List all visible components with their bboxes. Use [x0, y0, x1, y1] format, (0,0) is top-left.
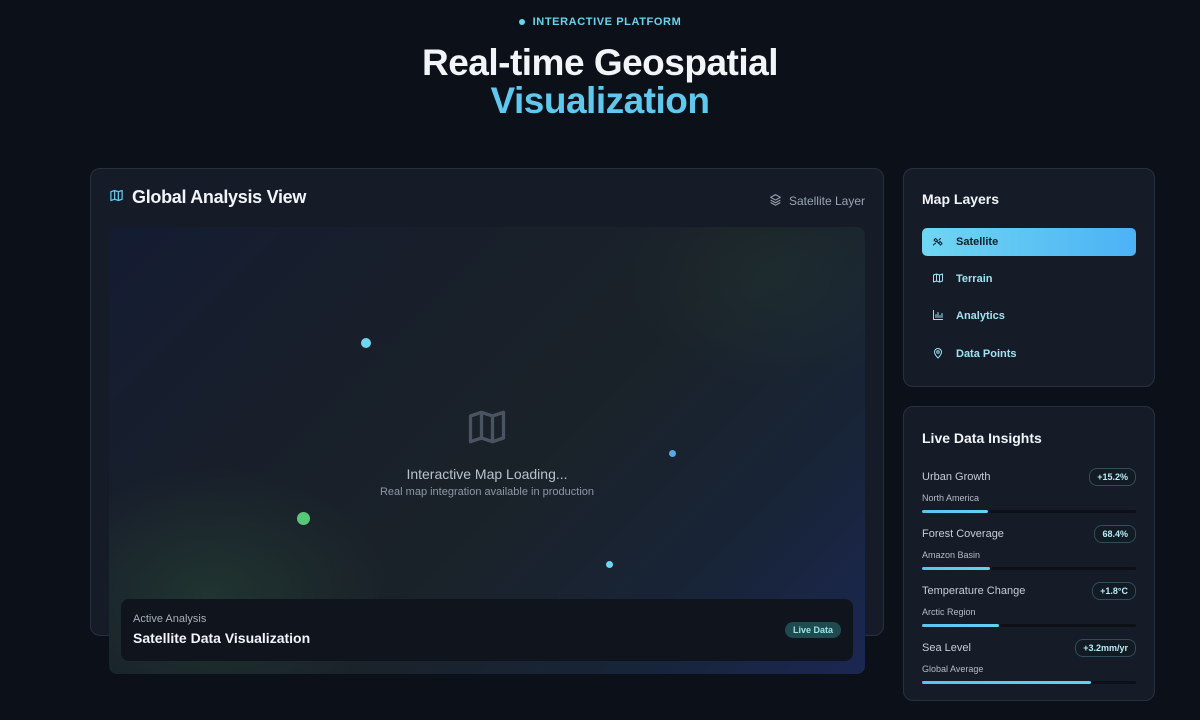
map-data-point[interactable] — [606, 561, 613, 568]
map-viewport[interactable]: Interactive Map Loading... Real map inte… — [109, 227, 865, 674]
analysis-label: Active Analysis — [133, 613, 207, 625]
layer-terrain[interactable]: Terrain — [922, 265, 1136, 293]
insights-title: Live Data Insights — [922, 430, 1042, 446]
map-data-point[interactable] — [669, 450, 676, 457]
map-data-point[interactable] — [297, 512, 310, 525]
map-card-title: Global Analysis View — [132, 187, 307, 207]
map-icon — [109, 188, 124, 208]
insight-item: Temperature Change Arctic Region +1.8°C — [922, 579, 1136, 633]
insight-item: Forest Coverage Amazon Basin 68.4% — [922, 522, 1136, 576]
insight-value-badge: +15.2% — [1089, 468, 1136, 486]
active-analysis-card: Active Analysis Satellite Data Visualiza… — [121, 599, 853, 661]
insight-progress-track — [922, 681, 1136, 684]
insight-progress-fill — [922, 510, 989, 513]
insight-progress-fill — [922, 681, 1092, 684]
map-pin-icon — [932, 347, 944, 362]
map-layers-panel: Map Layers Satellite Terrain Analytics D… — [903, 168, 1155, 387]
insight-region: North America — [922, 493, 980, 503]
insight-value-badge: +3.2mm/yr — [1075, 639, 1136, 657]
badge-label: INTERACTIVE PLATFORM — [532, 16, 682, 28]
analysis-title: Satellite Data Visualization — [133, 630, 311, 646]
page-title-highlight: Visualization — [490, 80, 711, 121]
insight-region: Arctic Region — [922, 607, 976, 617]
insight-name: Forest Coverage — [922, 528, 1004, 540]
layer-analytics[interactable]: Analytics — [922, 302, 1136, 330]
insight-progress-track — [922, 624, 1136, 627]
layer-label: Terrain — [956, 273, 993, 285]
map-card-header: Global Analysis View — [109, 187, 306, 208]
satellite-layer-chip[interactable]: Satellite Layer — [769, 193, 865, 209]
insight-progress-fill — [922, 567, 991, 570]
bar-chart-icon — [932, 309, 944, 324]
map-loading-subtitle: Real map integration available in produc… — [379, 486, 595, 498]
map-icon — [932, 272, 944, 287]
map-loading-title: Interactive Map Loading... — [406, 466, 568, 482]
insight-value-badge: 68.4% — [1094, 525, 1136, 543]
insight-progress-track — [922, 510, 1136, 513]
map-glow-teal — [629, 227, 865, 387]
map-placeholder-icon — [465, 405, 509, 454]
live-data-badge: Live Data — [784, 622, 841, 638]
layer-label: Data Points — [956, 348, 1017, 360]
layer-chip-label: Satellite Layer — [788, 194, 865, 208]
layer-label: Analytics — [956, 310, 1005, 322]
layer-label: Satellite — [956, 236, 999, 248]
map-data-point[interactable] — [361, 338, 371, 348]
insight-region: Amazon Basin — [922, 550, 981, 560]
platform-badge: INTERACTIVE PLATFORM — [0, 16, 1200, 28]
insight-item: Urban Growth North America +15.2% — [922, 465, 1136, 519]
page-title: Real-time Geospatial — [421, 42, 779, 83]
map-layers-title: Map Layers — [922, 191, 1000, 207]
insight-item: Sea Level Global Average +3.2mm/yr — [922, 636, 1136, 690]
insight-progress-fill — [922, 624, 1000, 627]
badge-dot — [518, 19, 525, 25]
insight-name: Urban Growth — [922, 471, 991, 483]
satellite-icon — [932, 235, 944, 250]
insight-value-badge: +1.8°C — [1092, 582, 1136, 600]
insight-name: Sea Level — [922, 642, 971, 654]
layer-data-points[interactable]: Data Points — [922, 340, 1136, 368]
insight-region: Global Average — [922, 664, 984, 674]
layers-icon — [769, 193, 782, 209]
layer-satellite[interactable]: Satellite — [922, 228, 1136, 256]
insight-progress-track — [922, 567, 1136, 570]
insight-name: Temperature Change — [922, 585, 1026, 597]
live-data-insights-panel: Live Data Insights Urban Growth North Am… — [903, 406, 1155, 701]
